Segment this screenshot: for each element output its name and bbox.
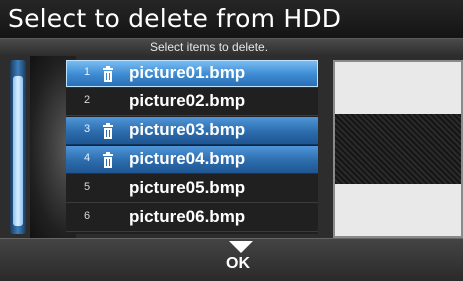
file-name: picture05.bmp (129, 178, 246, 197)
file-name: picture04.bmp (129, 149, 246, 168)
trash-icon (103, 152, 113, 168)
list-item[interactable]: 6 picture06.bmp (66, 204, 318, 232)
scrollbar-thumb[interactable] (13, 76, 23, 226)
list-item[interactable]: 1 picture01.bmp (66, 60, 318, 88)
file-name: picture02.bmp (129, 91, 246, 110)
trash-icon (103, 123, 113, 139)
file-list: 1 picture01.bmp 2 picture02.bmp 3 pictur… (66, 60, 318, 234)
title-bar: Select to delete from HDD (0, 0, 463, 38)
instruction-text: Select items to delete. (150, 40, 269, 54)
item-number: 1 (84, 66, 91, 78)
item-number: 4 (84, 152, 91, 164)
preview-bottom (335, 184, 461, 236)
item-number: 6 (84, 210, 91, 222)
list-item[interactable]: 3 picture03.bmp (66, 117, 318, 145)
ok-button[interactable]: OK (226, 255, 250, 273)
footer-bar: OK (0, 238, 463, 281)
preview-texture (335, 114, 461, 184)
item-number: 3 (84, 123, 91, 135)
item-number: 5 (84, 181, 91, 193)
file-name: picture01.bmp (129, 63, 246, 82)
instruction-bar: Select items to delete. (0, 38, 463, 57)
trash-icon (103, 66, 113, 82)
file-name: picture03.bmp (129, 120, 246, 139)
list-item[interactable]: 5 picture05.bmp (66, 175, 318, 203)
page-title: Select to delete from HDD (8, 4, 342, 33)
down-arrow-icon[interactable] (229, 241, 253, 253)
preview-top (335, 62, 461, 114)
item-number: 2 (84, 94, 91, 106)
list-item[interactable]: 4 picture04.bmp (66, 146, 318, 174)
file-list-panel: 1 picture01.bmp 2 picture02.bmp 3 pictur… (0, 56, 463, 238)
list-item[interactable]: 2 picture02.bmp (66, 88, 318, 116)
file-name: picture06.bmp (129, 207, 246, 226)
image-preview (333, 60, 463, 238)
